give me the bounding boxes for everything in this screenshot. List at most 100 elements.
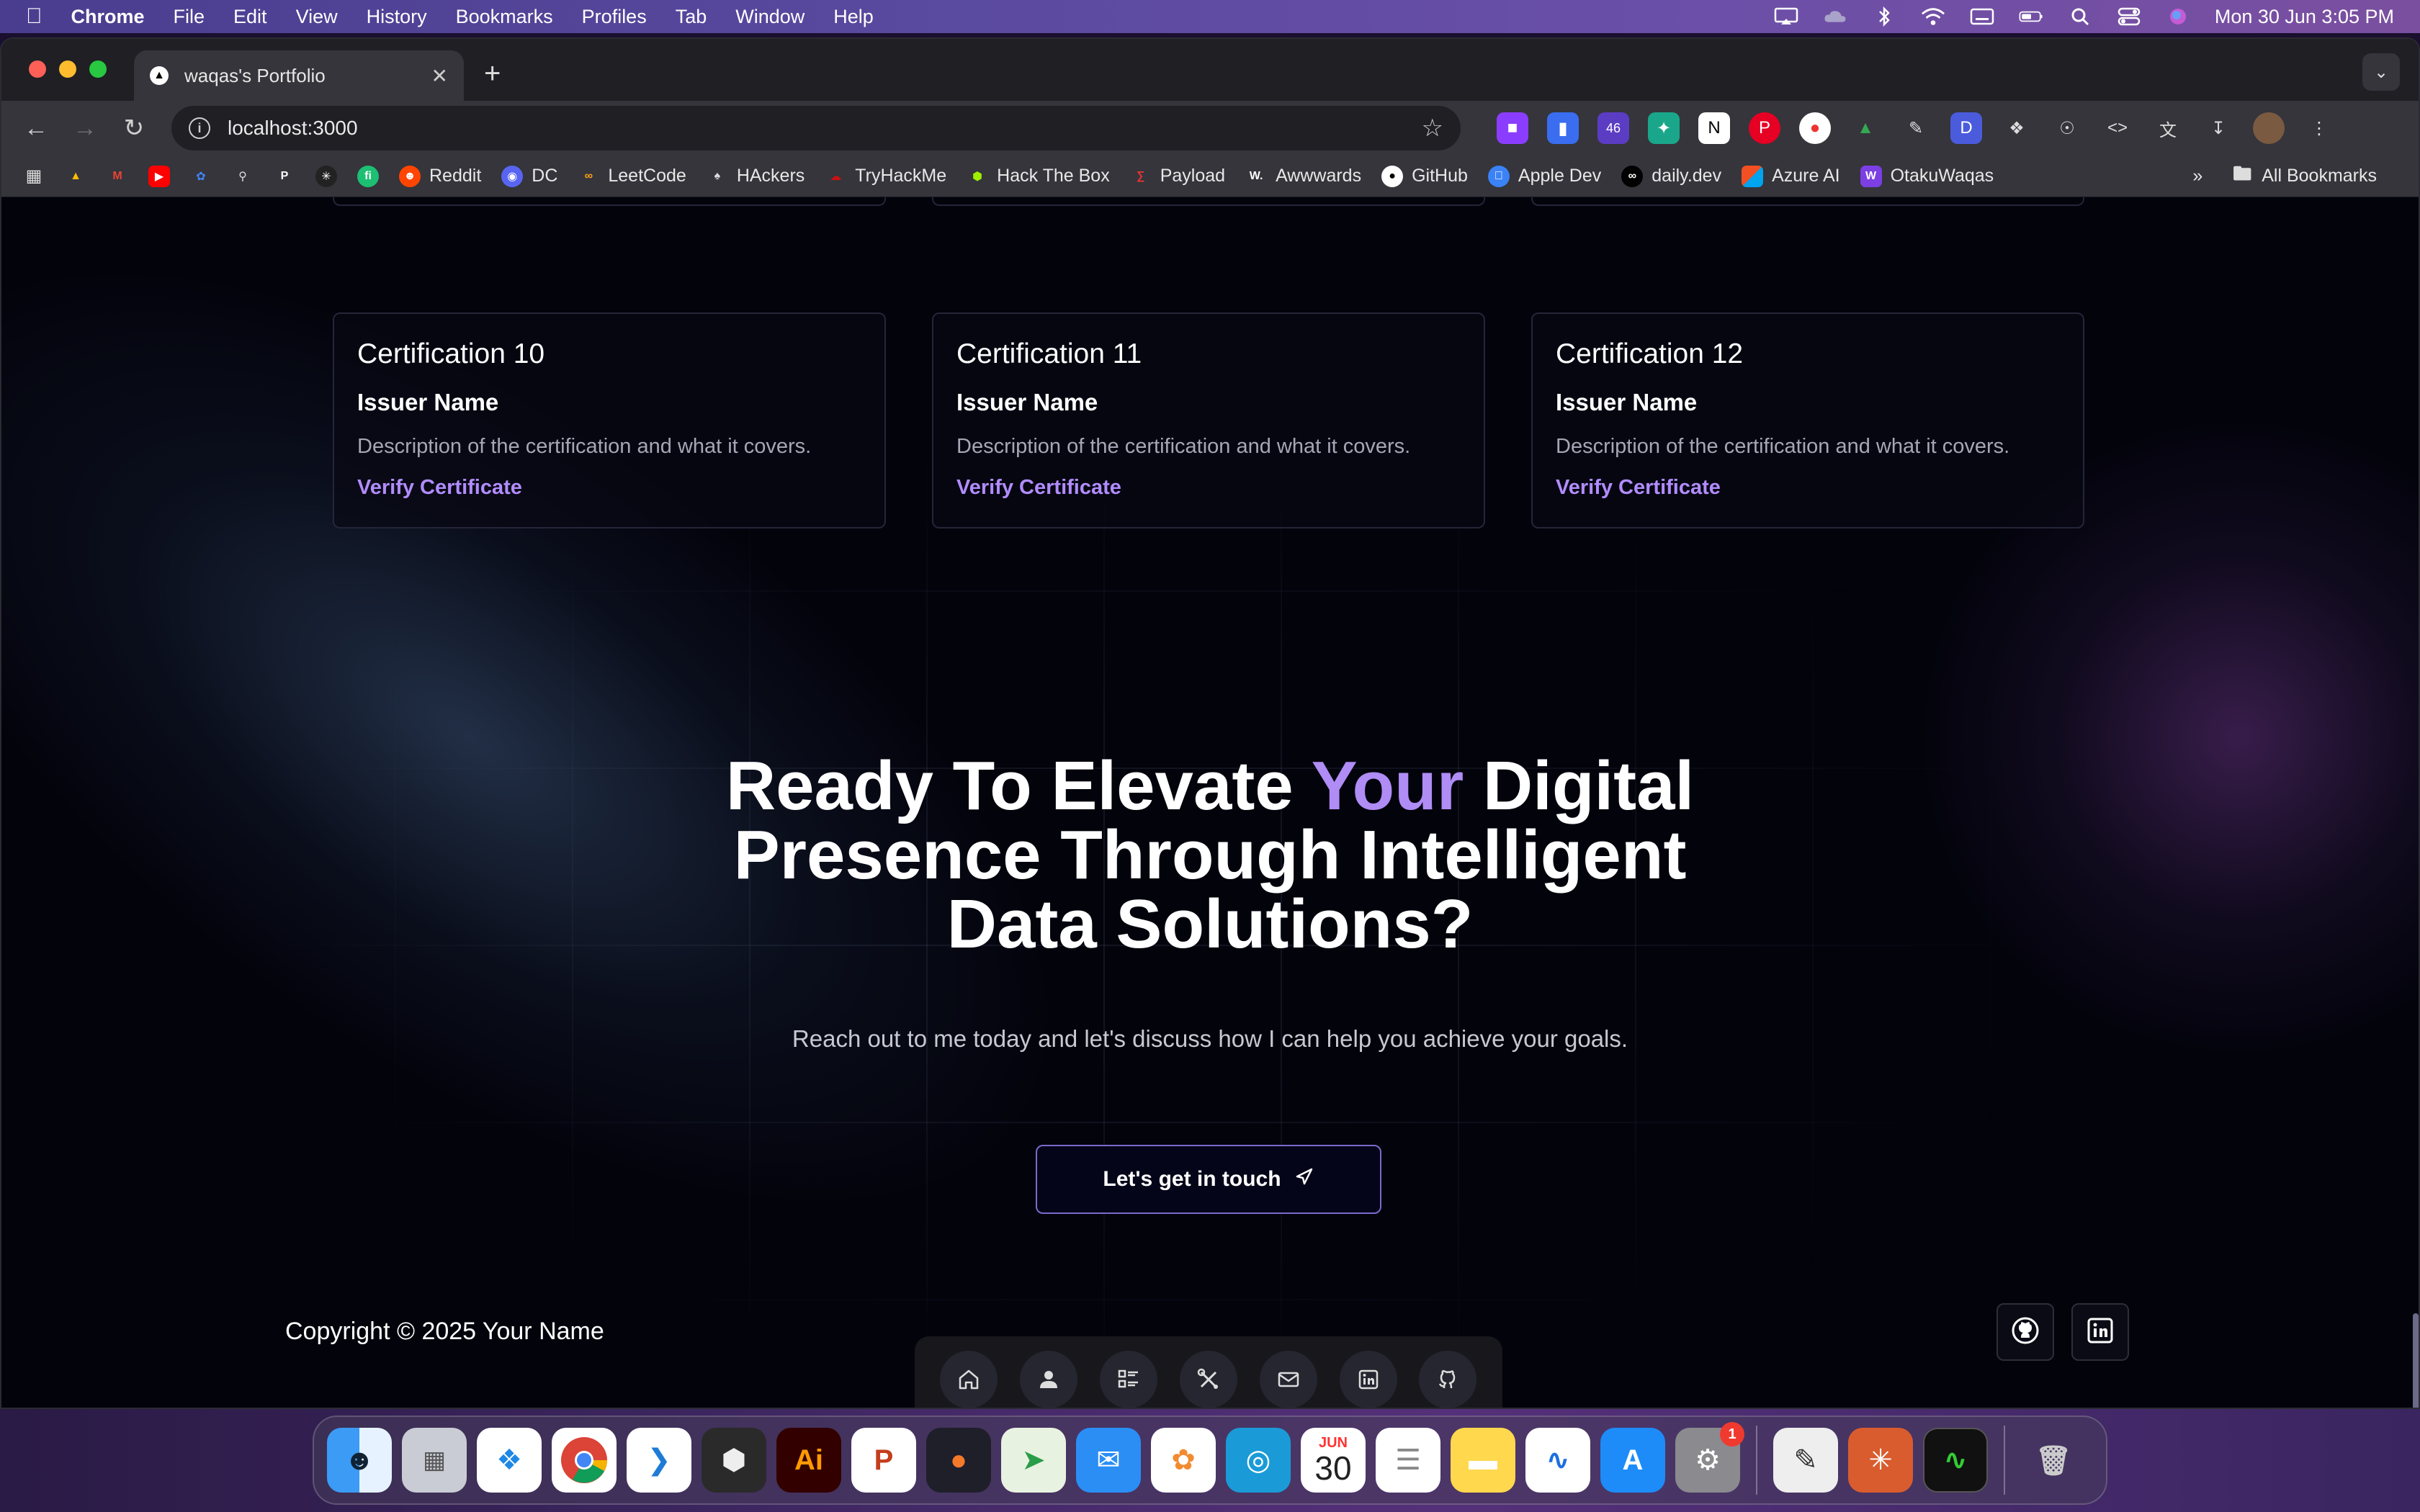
incognito-icon[interactable]: ☉ — [2051, 112, 2083, 144]
page-scrollbar[interactable] — [2413, 1313, 2419, 1408]
extension-blue-icon[interactable]: ▮ — [1547, 112, 1579, 144]
spotlight-search-icon[interactable] — [2068, 7, 2092, 26]
nav-home-button[interactable] — [940, 1351, 998, 1408]
maps-icon[interactable]: ➤ — [1001, 1428, 1066, 1493]
blender-icon[interactable]: ● — [926, 1428, 991, 1493]
script-editor-icon[interactable]: ✎ — [1773, 1428, 1838, 1493]
launchpad-icon[interactable]: ▦ — [402, 1428, 467, 1493]
footer-linkedin-button[interactable] — [2071, 1303, 2129, 1361]
activity-monitor-icon[interactable]: ∿ — [1923, 1428, 1988, 1493]
calendar-icon[interactable]: JUN 30 — [1301, 1428, 1366, 1493]
mail-app-icon[interactable]: ✉ — [1076, 1428, 1141, 1493]
chrome-app-icon[interactable] — [552, 1428, 617, 1493]
battery-icon[interactable] — [2019, 7, 2043, 26]
illustrator-icon[interactable]: Ai — [776, 1428, 841, 1493]
wifi-icon[interactable] — [1921, 7, 1945, 26]
site-info-icon[interactable]: i — [189, 117, 210, 139]
bookmark-gmail-icon[interactable]: M — [107, 166, 128, 187]
extension-purple-icon[interactable]: ■ — [1497, 112, 1528, 144]
close-tab-icon[interactable]: ✕ — [431, 64, 448, 88]
reload-icon[interactable]: ↻ — [117, 111, 151, 145]
bookmark-payload[interactable]: ∑ Payload — [1130, 166, 1225, 187]
siri-icon[interactable] — [2166, 7, 2190, 26]
bookmark-azure-ai[interactable]: Azure AI — [1742, 165, 1840, 187]
trash-icon[interactable]: 🗑 — [2021, 1428, 2086, 1493]
tab-search-chevron-icon[interactable]: ⌄ — [2362, 53, 2400, 91]
minimize-window-button[interactable] — [59, 60, 76, 78]
powerpoint-icon[interactable]: P — [851, 1428, 916, 1493]
menu-file[interactable]: File — [174, 6, 205, 28]
pinterest-extension-icon[interactable]: P — [1749, 112, 1780, 144]
bookmark-dc[interactable]: ◉ DC — [501, 165, 557, 187]
bookmark-photos-icon[interactable]: ✿ — [190, 166, 212, 187]
tab-portfolio[interactable]: ▲ waqas's Portfolio ✕ — [134, 50, 464, 101]
bookmark-awwwards[interactable]: W. Awwwards — [1245, 166, 1361, 187]
bookmark-tryhackme[interactable]: ☁ TryHackMe — [825, 166, 946, 187]
finder-icon[interactable]: ☻ — [327, 1428, 392, 1493]
menu-help[interactable]: Help — [833, 6, 874, 28]
safari-icon[interactable]: ❖ — [477, 1428, 542, 1493]
translate-icon[interactable]: 文 — [2152, 112, 2184, 144]
bookmark-perplexity-icon[interactable]: ✳ — [315, 165, 337, 187]
extension-notion-icon[interactable]: N — [1698, 112, 1730, 144]
screen-mirroring-icon[interactable] — [1774, 7, 1798, 26]
pokeball-extension-icon[interactable]: ● — [1799, 112, 1831, 144]
back-arrow-icon[interactable]: ← — [19, 111, 53, 145]
unity-icon[interactable]: ⬢ — [702, 1428, 766, 1493]
app-store-icon[interactable]: A — [1600, 1428, 1665, 1493]
url-text[interactable]: localhost:3000 — [228, 117, 358, 140]
bookmark-drive-icon[interactable]: ▲ — [65, 166, 86, 187]
control-center-icon[interactable] — [2117, 7, 2141, 26]
bookmark-hackers[interactable]: ♠ HAckers — [707, 166, 805, 187]
new-tab-button[interactable]: + — [484, 58, 501, 90]
proxyman-icon[interactable]: ◎ — [1226, 1428, 1291, 1493]
bookmark-github[interactable]: ● GitHub — [1381, 165, 1468, 187]
menu-history[interactable]: History — [367, 6, 427, 28]
nav-github-button[interactable] — [1419, 1351, 1477, 1408]
chrome-menu-icon[interactable]: ⋮ — [2303, 112, 2335, 144]
more-bookmarks-chevron-icon[interactable]: » — [2192, 166, 2202, 186]
photos-icon[interactable]: ✿ — [1151, 1428, 1216, 1493]
extension-d-icon[interactable]: D — [1950, 112, 1982, 144]
menu-app-name[interactable]: Chrome — [71, 6, 145, 28]
profile-avatar[interactable] — [2253, 112, 2285, 144]
nav-about-button[interactable] — [1020, 1351, 1078, 1408]
reminders-icon[interactable]: ☰ — [1376, 1428, 1440, 1493]
verify-certificate-link[interactable]: Verify Certificate — [956, 476, 1461, 500]
claude-icon[interactable]: ✳ — [1848, 1428, 1913, 1493]
freeform-icon[interactable]: ∿ — [1525, 1428, 1590, 1493]
menu-view[interactable]: View — [296, 6, 338, 28]
bookmark-otakuwaqas[interactable]: W OtakuWaqas — [1860, 165, 1994, 187]
nav-contact-button[interactable] — [1259, 1351, 1317, 1408]
nav-skills-button[interactable] — [1179, 1351, 1237, 1408]
system-settings-icon[interactable]: ⚙ 1 — [1675, 1422, 1744, 1493]
forward-arrow-icon[interactable]: → — [68, 111, 102, 145]
menu-tab[interactable]: Tab — [676, 6, 707, 28]
vscode-icon[interactable]: ❯ — [627, 1428, 691, 1493]
menu-bookmarks[interactable]: Bookmarks — [456, 6, 553, 28]
bookmark-daily-dev[interactable]: ∞ daily.dev — [1621, 165, 1721, 187]
close-window-button[interactable] — [29, 60, 46, 78]
bookmark-reddit[interactable]: ☻ Reddit — [399, 165, 481, 187]
bookmark-search-icon[interactable]: ⚲ — [232, 166, 254, 187]
apps-grid-icon[interactable]: ▦ — [23, 166, 45, 187]
verify-certificate-link[interactable]: Verify Certificate — [357, 476, 861, 500]
bookmark-fiverr-icon[interactable]: fi — [357, 165, 379, 187]
footer-github-button[interactable] — [1996, 1303, 2054, 1361]
bookmark-leetcode[interactable]: ∞ LeetCode — [578, 166, 686, 187]
extensions-puzzle-icon[interactable]: ❖ — [2001, 112, 2033, 144]
bookmark-youtube-icon[interactable]: ▶ — [148, 165, 170, 187]
menu-clock[interactable]: Mon 30 Jun 3:05 PM — [2215, 6, 2394, 28]
all-bookmarks-folder[interactable]: 🖿 All Bookmarks — [2231, 163, 2377, 187]
nav-linkedin-button[interactable] — [1339, 1351, 1397, 1408]
bluetooth-icon[interactable] — [1872, 6, 1896, 27]
download-icon[interactable]: ↧ — [2202, 112, 2234, 144]
verify-certificate-link[interactable]: Verify Certificate — [1556, 476, 2060, 500]
menu-profiles[interactable]: Profiles — [582, 6, 647, 28]
cloud-icon[interactable] — [1823, 7, 1847, 26]
nav-projects-button[interactable] — [1100, 1351, 1158, 1408]
bookmark-star-icon[interactable]: ☆ — [1422, 114, 1443, 143]
notes-icon[interactable]: ▬ — [1451, 1428, 1515, 1493]
get-in-touch-button[interactable]: Let's get in touch — [1036, 1145, 1381, 1214]
bookmark-hackthebox[interactable]: ⬢ Hack The Box — [967, 166, 1110, 187]
